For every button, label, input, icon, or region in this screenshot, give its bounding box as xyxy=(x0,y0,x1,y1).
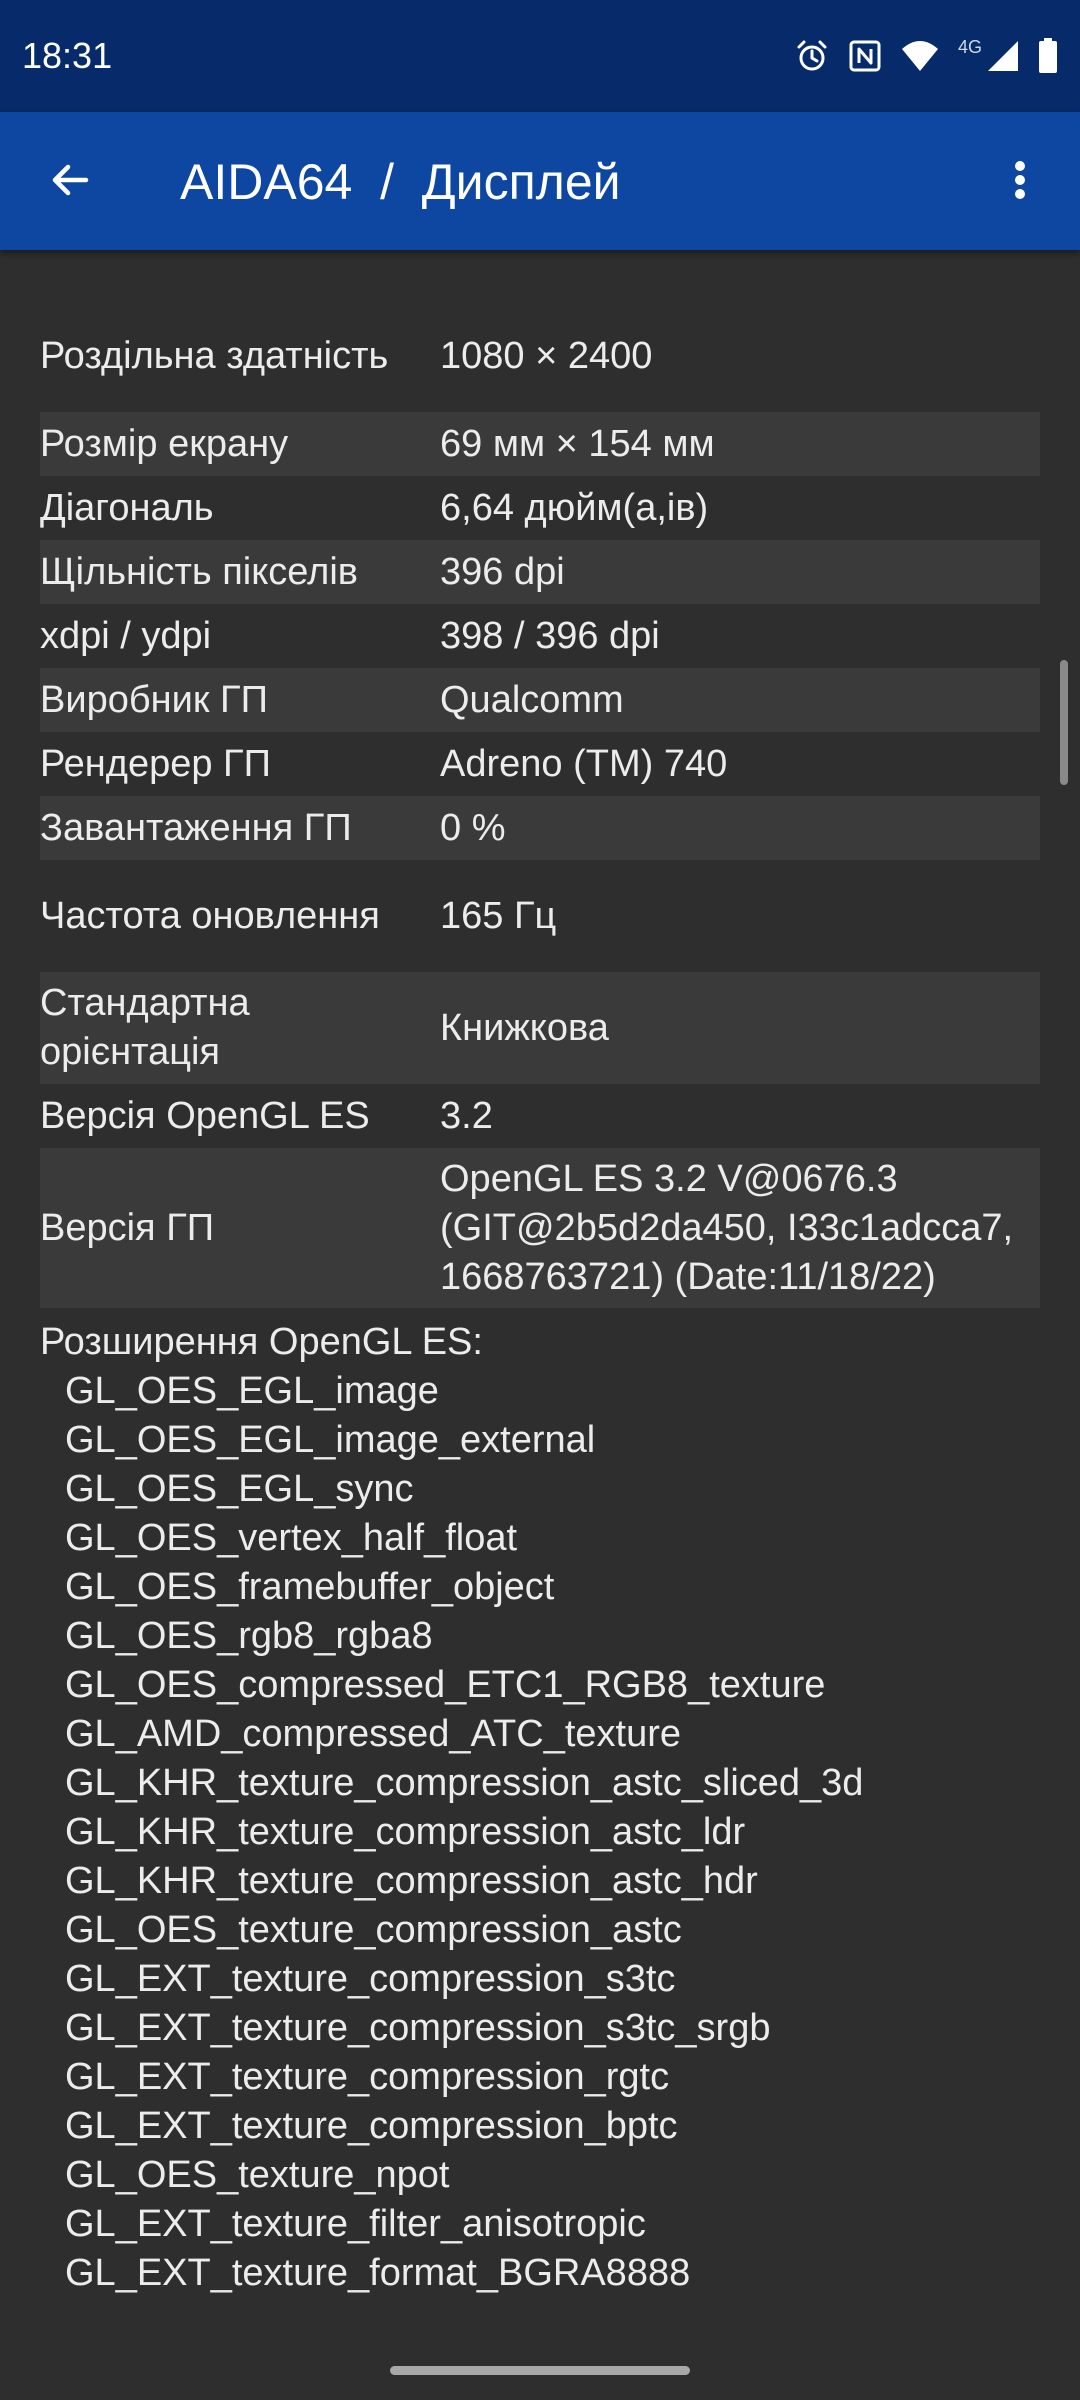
extensions-list: GL_OES_EGL_image GL_OES_EGL_image_extern… xyxy=(40,1367,1040,2298)
row-value: 0 % xyxy=(440,806,506,849)
row-label: Версія OpenGL ES xyxy=(40,1094,370,1137)
row-value: 165 Гц xyxy=(440,894,557,937)
list-item: GL_EXT_texture_compression_s3tc_srgb xyxy=(65,2007,771,2049)
signal-icon xyxy=(986,39,1020,73)
extensions-heading: Розширення OpenGL ES: xyxy=(40,1321,483,1363)
row-value: 1080 × 2400 xyxy=(440,334,653,377)
status-bar: 18:31 4G xyxy=(0,0,1080,112)
info-row-diagonal: Діагональ 6,64 дюйм(а,ів) xyxy=(40,476,1040,540)
row-value: Adreno (TM) 740 xyxy=(440,742,728,785)
info-row-default-orientation: Стандартна орієнтація Книжкова xyxy=(40,972,1040,1084)
back-button[interactable] xyxy=(38,150,102,214)
info-row-pixel-density: Щільність пікселів 396 dpi xyxy=(40,540,1040,604)
info-row-xdpi-ydpi: xdpi / ydpi 398 / 396 dpi xyxy=(40,604,1040,668)
info-row-gpu-load: Завантаження ГП 0 % xyxy=(40,796,1040,860)
alarm-icon xyxy=(794,38,830,74)
nfc-icon xyxy=(848,39,882,73)
list-item: GL_KHR_texture_compression_astc_hdr xyxy=(65,1860,758,1902)
info-row-screen-size: Розмір екрану 69 мм × 154 мм xyxy=(40,412,1040,476)
info-row-gpu-version: Версія ГП OpenGL ES 3.2 V@0676.3 (GIT@2b… xyxy=(40,1148,1040,1308)
list-item: GL_EXT_texture_compression_rgtc xyxy=(65,2056,670,2098)
row-value: OpenGL ES 3.2 V@0676.3 (GIT@2b5d2da450, … xyxy=(440,1157,1014,1298)
row-label: Щільність пікселів xyxy=(40,550,358,593)
list-item: GL_AMD_compressed_ATC_texture xyxy=(65,1713,681,1755)
list-item: GL_KHR_texture_compression_astc_ldr xyxy=(65,1811,746,1853)
row-value: Книжкова xyxy=(440,1006,609,1049)
row-label: Версія ГП xyxy=(40,1206,215,1249)
row-label: xdpi / ydpi xyxy=(40,614,212,657)
home-indicator[interactable] xyxy=(390,2366,690,2375)
row-value: Qualcomm xyxy=(440,678,624,721)
status-time: 18:31 xyxy=(22,35,113,76)
row-label: Діагональ xyxy=(40,486,214,529)
row-label: Стандартна орієнтація xyxy=(40,982,250,1073)
info-row-gpu-vendor: Виробник ГП Qualcomm xyxy=(40,668,1040,732)
list-item: GL_EXT_texture_filter_anisotropic xyxy=(65,2203,646,2245)
row-label: Завантаження ГП xyxy=(40,806,352,849)
row-value: 398 / 396 dpi xyxy=(440,614,660,657)
list-item: GL_OES_rgb8_rgba8 xyxy=(65,1615,433,1657)
list-item: GL_OES_compressed_ETC1_RGB8_texture xyxy=(65,1664,826,1706)
page-title: AIDA64 / Дисплей xyxy=(180,154,621,210)
status-icons: 4G xyxy=(794,34,1058,78)
info-row-refresh-rate: Частота оновлення 165 Гц xyxy=(40,860,1040,972)
overflow-menu-button[interactable] xyxy=(988,150,1052,214)
row-label: Частота оновлення xyxy=(40,894,380,937)
info-row-opengl-version: Версія OpenGL ES 3.2 xyxy=(40,1084,1040,1148)
list-item: GL_EXT_texture_compression_bptc xyxy=(65,2105,678,2147)
list-item: GL_EXT_texture_format_BGRA8888 xyxy=(65,2252,691,2294)
list-item: GL_OES_EGL_image xyxy=(65,1370,439,1412)
scrollbar[interactable] xyxy=(1060,660,1068,785)
arrow-back-icon xyxy=(46,156,94,209)
row-value: 6,64 дюйм(а,ів) xyxy=(440,486,709,529)
row-label: Роздільна здатність xyxy=(40,334,389,377)
display-info-panel: Роздільна здатність 1080 × 2400 Розмір е… xyxy=(40,300,1040,2298)
list-item: GL_OES_texture_npot xyxy=(65,2154,450,2196)
row-label: Рендерер ГП xyxy=(40,742,271,785)
list-item: GL_KHR_texture_compression_astc_sliced_3… xyxy=(65,1762,864,1804)
wifi-icon xyxy=(900,39,940,73)
list-item: GL_OES_framebuffer_object xyxy=(65,1566,555,1608)
info-row-resolution: Роздільна здатність 1080 × 2400 xyxy=(40,300,1040,412)
row-value: 69 мм × 154 мм xyxy=(440,422,715,465)
more-vert-icon xyxy=(1012,156,1028,209)
app-bar: AIDA64 / Дисплей xyxy=(0,112,1080,250)
row-label: Виробник ГП xyxy=(40,678,268,721)
battery-icon xyxy=(1038,38,1058,74)
info-row-gpu-renderer: Рендерер ГП Adreno (TM) 740 xyxy=(40,732,1040,796)
list-item: GL_OES_EGL_sync xyxy=(65,1468,414,1510)
list-item: GL_OES_texture_compression_astc xyxy=(65,1909,682,1951)
network-type-label: 4G xyxy=(957,36,982,57)
list-item: GL_OES_EGL_image_external xyxy=(65,1419,596,1461)
list-item: GL_OES_vertex_half_float xyxy=(65,1517,518,1559)
row-value: 3.2 xyxy=(440,1094,493,1137)
row-value: 396 dpi xyxy=(440,550,565,593)
list-item: GL_EXT_texture_compression_s3tc xyxy=(65,1958,676,2000)
row-label: Розмір екрану xyxy=(40,422,289,465)
